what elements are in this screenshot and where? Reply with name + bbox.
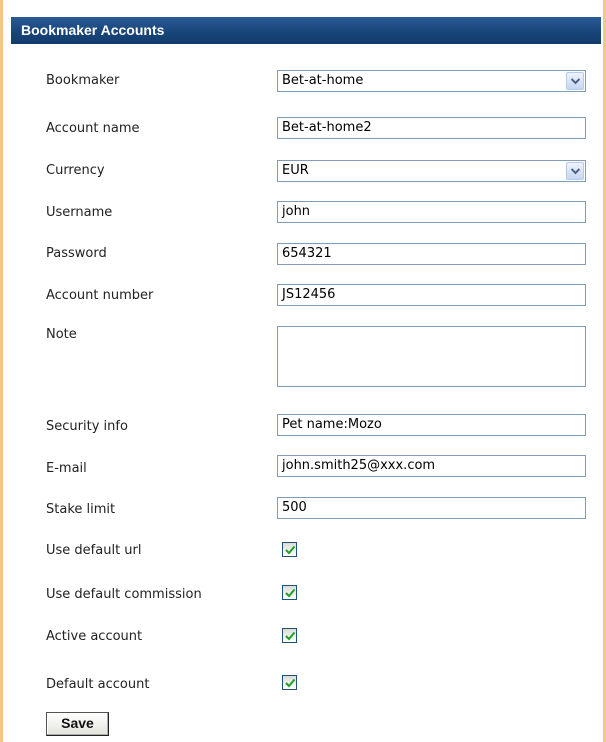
use-default-commission-label: Use default commission xyxy=(46,587,202,602)
active-account-label: Active account xyxy=(46,629,143,644)
note-textarea[interactable] xyxy=(277,326,586,387)
use-default-commission-checkbox[interactable] xyxy=(282,585,297,600)
currency-label: Currency xyxy=(46,163,105,178)
username-label: Username xyxy=(46,205,113,220)
bookmaker-accounts-panel: Bookmaker Accounts Bookmaker Bet-at-home… xyxy=(0,0,606,742)
bookmaker-label: Bookmaker xyxy=(46,73,120,88)
password-label: Password xyxy=(46,246,107,261)
checkmark-icon xyxy=(285,545,296,555)
security-info-input[interactable]: Pet name:Mozo xyxy=(277,414,586,436)
security-info-label: Security info xyxy=(46,419,128,434)
default-account-label: Default account xyxy=(46,677,150,692)
checkmark-icon xyxy=(285,588,296,598)
checkmark-icon xyxy=(285,631,296,641)
account-name-input[interactable]: Bet-at-home2 xyxy=(277,117,586,139)
currency-select-value: EUR xyxy=(282,163,309,178)
email-label: E-mail xyxy=(46,461,87,476)
save-button[interactable]: Save xyxy=(46,712,109,736)
account-number-label: Account number xyxy=(46,288,154,303)
username-input[interactable]: john xyxy=(277,201,586,223)
use-default-url-label: Use default url xyxy=(46,543,142,558)
panel-header: Bookmaker Accounts xyxy=(11,17,601,44)
stake-limit-label: Stake limit xyxy=(46,502,116,517)
note-label: Note xyxy=(46,327,77,342)
stake-limit-input[interactable]: 500 xyxy=(277,497,586,519)
chevron-down-icon[interactable] xyxy=(566,72,584,90)
checkmark-icon xyxy=(285,678,296,688)
currency-select[interactable]: EUR xyxy=(277,160,586,182)
account-name-label: Account name xyxy=(46,121,140,136)
default-account-checkbox[interactable] xyxy=(282,675,297,690)
account-number-input[interactable]: JS12456 xyxy=(277,284,586,306)
bookmaker-select[interactable]: Bet-at-home xyxy=(277,70,586,92)
email-input[interactable]: john.smith25@xxx.com xyxy=(277,455,586,477)
password-input[interactable]: 654321 xyxy=(277,243,586,265)
use-default-url-checkbox[interactable] xyxy=(282,542,297,557)
panel-top-strip xyxy=(3,0,603,9)
bookmaker-select-value: Bet-at-home xyxy=(282,73,364,88)
active-account-checkbox[interactable] xyxy=(282,628,297,643)
chevron-down-icon[interactable] xyxy=(566,162,584,180)
